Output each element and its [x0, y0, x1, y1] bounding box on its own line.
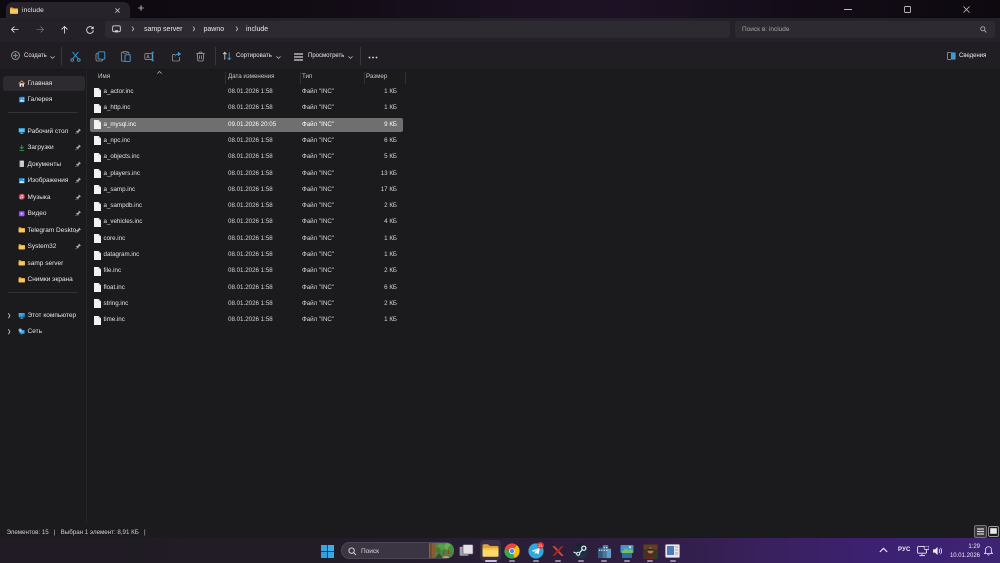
svg-text:21: 21	[538, 543, 542, 548]
